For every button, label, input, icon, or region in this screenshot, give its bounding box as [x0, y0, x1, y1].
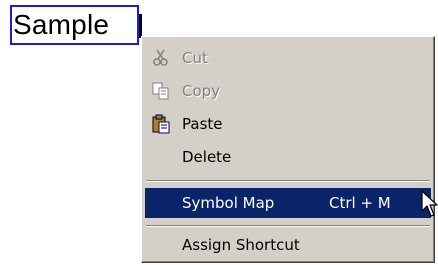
- menu-item-cut[interactable]: Cut: [145, 43, 431, 73]
- scissors-icon: [151, 48, 171, 68]
- menu-item-copy[interactable]: Copy: [145, 76, 431, 106]
- menu-item-symbol-map-label: Symbol Map: [182, 194, 275, 212]
- menu-item-assign-shortcut[interactable]: Assign Shortcut: [145, 230, 431, 260]
- clipboard-icon: [151, 114, 171, 134]
- menu-item-copy-label: Copy: [182, 82, 221, 100]
- menu-item-delete-label: Delete: [182, 148, 232, 166]
- menu-item-paste[interactable]: Paste: [145, 109, 431, 139]
- menu-item-symbol-map[interactable]: Symbol Map Ctrl + M: [145, 188, 431, 218]
- menu-item-symbol-map-shortcut: Ctrl + M: [329, 194, 391, 212]
- context-menu: Cut Copy Paste Delete Symbol Map Ctrl + …: [141, 36, 435, 263]
- text-caret: [139, 14, 142, 38]
- menu-item-assign-shortcut-label: Assign Shortcut: [182, 236, 300, 254]
- menu-separator: [146, 180, 430, 182]
- menu-item-paste-label: Paste: [182, 115, 223, 133]
- menu-separator: [146, 225, 430, 227]
- menu-item-cut-label: Cut: [182, 49, 208, 67]
- sample-text: Sample: [13, 9, 110, 40]
- copy-icon: [151, 81, 171, 101]
- menu-item-delete[interactable]: Delete: [145, 142, 431, 172]
- sample-text-field[interactable]: Sample: [10, 5, 142, 45]
- mouse-pointer-icon: [421, 190, 438, 218]
